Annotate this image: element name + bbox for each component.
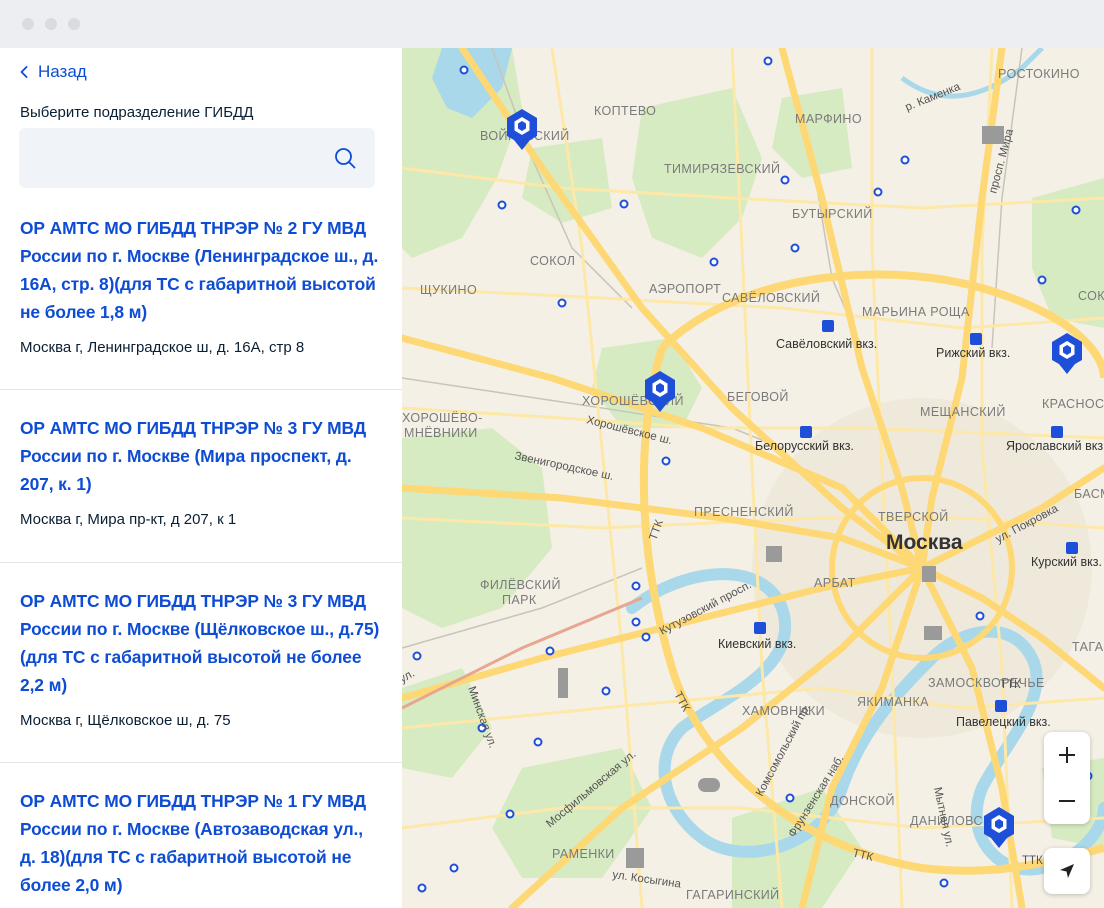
svg-text:СОК: СОК: [1078, 289, 1104, 303]
svg-text:АЭРОПОРТ: АЭРОПОРТ: [649, 282, 721, 296]
svg-text:ТАГАНС: ТАГАНС: [1072, 640, 1104, 654]
svg-text:САВЁЛОВСКИЙ: САВЁЛОВСКИЙ: [722, 290, 820, 305]
department-address: Москва г, Щёлковское ш, д. 75: [20, 712, 231, 729]
department-address: Москва г, Мира пр-кт, д 207, к 1: [20, 511, 237, 528]
svg-text:ТИМИРЯЗЕВСКИЙ: ТИМИРЯЗЕВСКИЙ: [664, 161, 780, 176]
svg-text:МАРЬИНА РОЩА: МАРЬИНА РОЩА: [862, 305, 970, 319]
svg-text:МЕЩАНСКИЙ: МЕЩАНСКИЙ: [920, 404, 1006, 419]
svg-text:БАСМА: БАСМА: [1074, 487, 1104, 501]
window-close-dot[interactable]: [22, 18, 34, 30]
map-canvas[interactable]: КОПТЕВО МАРФИНО РОСТОКИНО ВОЙКОВСКИЙ ТИМ…: [402, 48, 1104, 908]
minus-icon: [1059, 800, 1075, 802]
department-search: [19, 128, 375, 188]
svg-text:БЕГОВОЙ: БЕГОВОЙ: [727, 389, 789, 404]
department-list-item[interactable]: ОР АМТС МО ГИБДД ТНРЭР № 2 ГУ МВД России…: [0, 210, 402, 390]
svg-text:ПРЕСНЕНСКИЙ: ПРЕСНЕНСКИЙ: [694, 504, 794, 519]
svg-text:СОКОЛ: СОКОЛ: [530, 254, 575, 268]
department-search-input[interactable]: [19, 128, 319, 188]
city-label: Москва: [886, 531, 963, 554]
svg-text:КОПТЕВО: КОПТЕВО: [594, 104, 656, 118]
plus-icon: [1059, 747, 1075, 763]
department-list-item[interactable]: ОР АМТС МО ГИБДД ТНРЭР № 3 ГУ МВД России…: [0, 390, 402, 563]
map-pin-icon[interactable]: [504, 106, 540, 152]
svg-text:Курский вкз.: Курский вкз.: [1031, 555, 1102, 569]
department-title[interactable]: ОР АМТС МО ГИБДД ТНРЭР № 3 ГУ МВД России…: [20, 414, 382, 498]
window-maximize-dot[interactable]: [68, 18, 80, 30]
select-department-label: Выберите подразделение ГИБДД: [20, 104, 254, 121]
svg-text:ГАГАРИНСКИЙ: ГАГАРИНСКИЙ: [686, 887, 780, 902]
svg-text:Белорусский вкз.: Белорусский вкз.: [755, 439, 854, 453]
department-title[interactable]: ОР АМТС МО ГИБДД ТНРЭР № 3 ГУ МВД России…: [20, 587, 382, 699]
department-list-item[interactable]: ОР АМТС МО ГИБДД ТНРЭР № 3 ГУ МВД России…: [0, 563, 402, 763]
department-list: ОР АМТС МО ГИБДД ТНРЭР № 2 ГУ МВД России…: [0, 210, 402, 908]
svg-text:ТТК: ТТК: [1000, 679, 1021, 691]
svg-text:МНЁВНИКИ: МНЁВНИКИ: [404, 426, 478, 440]
window-minimize-dot[interactable]: [45, 18, 57, 30]
svg-text:РОСТОКИНО: РОСТОКИНО: [998, 67, 1080, 81]
svg-text:ПАРК: ПАРК: [502, 593, 537, 607]
svg-text:ХАМОВНИКИ: ХАМОВНИКИ: [742, 704, 825, 718]
svg-text:АРБАТ: АРБАТ: [814, 576, 856, 590]
map-view[interactable]: КОПТЕВО МАРФИНО РОСТОКИНО ВОЙКОВСКИЙ ТИМ…: [402, 48, 1104, 908]
svg-text:ЗАМОСКВОРЕЧЬЕ: ЗАМОСКВОРЕЧЬЕ: [928, 676, 1045, 690]
svg-text:ХОРОШЁВО-: ХОРОШЁВО-: [402, 411, 483, 425]
window-titlebar: [0, 0, 1104, 48]
svg-text:Ярославский вкз.: Ярославский вкз.: [1006, 439, 1104, 453]
svg-text:Павелецкий вкз.: Павелецкий вкз.: [956, 715, 1051, 729]
search-icon[interactable]: [333, 146, 357, 170]
svg-text:ФИЛЁВСКИЙ: ФИЛЁВСКИЙ: [480, 577, 561, 592]
chevron-left-icon: [20, 66, 28, 78]
svg-text:РАМЕНКИ: РАМЕНКИ: [552, 847, 615, 861]
department-title[interactable]: ОР АМТС МО ГИБДД ТНРЭР № 1 ГУ МВД России…: [20, 787, 382, 899]
svg-text:МАРФИНО: МАРФИНО: [795, 112, 862, 126]
svg-text:ТТК: ТТК: [1022, 855, 1043, 867]
back-button[interactable]: Назад: [20, 60, 87, 84]
svg-text:ТВЕРСКОЙ: ТВЕРСКОЙ: [878, 509, 949, 524]
location-arrow-icon: [1060, 864, 1074, 878]
map-pin-icon[interactable]: [981, 804, 1017, 850]
svg-text:ДОНСКОЙ: ДОНСКОЙ: [830, 793, 895, 808]
svg-text:БУТЫРСКИЙ: БУТЫРСКИЙ: [792, 206, 873, 221]
svg-text:Рижский вкз.: Рижский вкз.: [936, 346, 1010, 360]
map-pin-icon[interactable]: [642, 368, 678, 414]
svg-text:Савёловский вкз.: Савёловский вкз.: [776, 337, 877, 351]
browser-window: Назад Выберите подразделение ГИБДД ОР АМ…: [0, 0, 1104, 908]
department-title[interactable]: ОР АМТС МО ГИБДД ТНРЭР № 2 ГУ МВД России…: [20, 214, 382, 326]
back-label: Назад: [38, 62, 87, 81]
department-list-item[interactable]: ОР АМТС МО ГИБДД ТНРЭР № 1 ГУ МВД России…: [0, 763, 402, 908]
svg-text:Киевский вкз.: Киевский вкз.: [718, 637, 796, 651]
zoom-in-button[interactable]: [1044, 732, 1090, 778]
map-pin-icon[interactable]: [1049, 330, 1085, 376]
svg-text:ЩУКИНО: ЩУКИНО: [420, 283, 477, 297]
zoom-controls: [1044, 732, 1090, 824]
my-location-button[interactable]: [1044, 848, 1090, 894]
department-address: Москва г, Ленинградское ш, д. 16А, стр 8: [20, 339, 305, 356]
svg-text:ЯКИМАНКА: ЯКИМАНКА: [857, 695, 929, 709]
department-sidebar: Назад Выберите подразделение ГИБДД ОР АМ…: [0, 48, 402, 908]
zoom-out-button[interactable]: [1044, 778, 1090, 824]
svg-text:КРАСНОСЕЛЬ: КРАСНОСЕЛЬ: [1042, 397, 1104, 411]
